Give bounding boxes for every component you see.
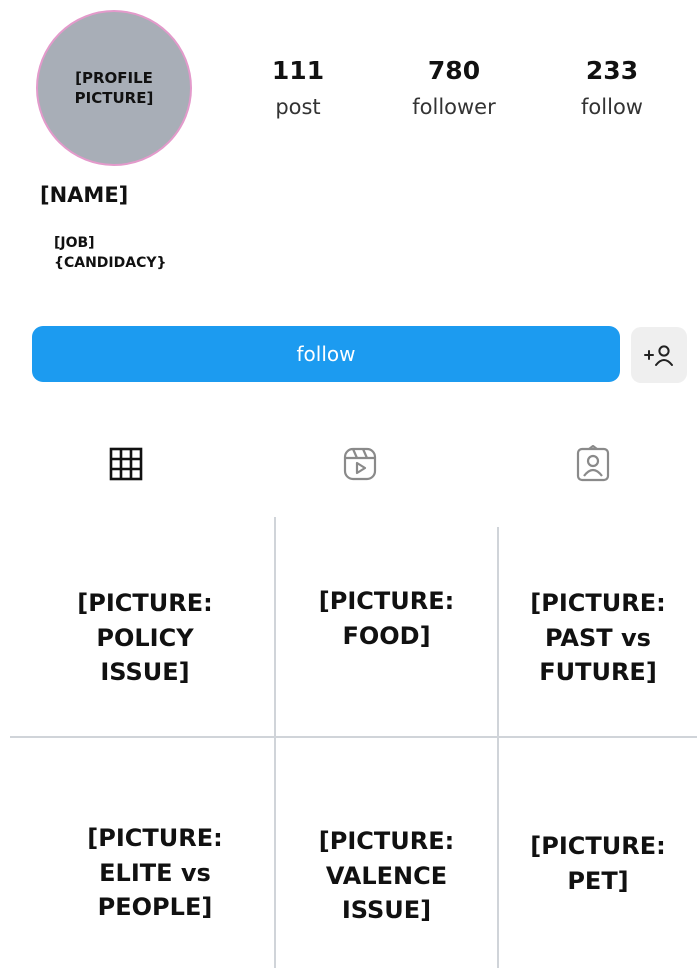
- stat-following-value: 233: [585, 56, 639, 85]
- stat-followers-label: follower: [412, 95, 496, 119]
- tab-tagged[interactable]: [563, 439, 623, 489]
- stat-posts[interactable]: 111 post: [252, 56, 344, 119]
- avatar[interactable]: [PROFILE PICTURE]: [36, 10, 192, 166]
- tab-posts[interactable]: [96, 439, 156, 489]
- avatar-label: [PROFILE PICTURE]: [74, 68, 154, 107]
- stat-followers-value: 780: [427, 56, 481, 85]
- post-tile-policy-issue[interactable]: [PICTURE: POLICY ISSUE]: [0, 580, 290, 696]
- post-tile-elite-vs-people[interactable]: [PICTURE: ELITE vs PEOPLE]: [0, 815, 310, 931]
- stat-posts-label: post: [275, 95, 321, 119]
- reels-icon: [343, 447, 377, 481]
- post-tile-past-vs-future[interactable]: [PICTURE: PAST vs FUTURE]: [499, 580, 697, 696]
- tagged-icon: [576, 445, 610, 482]
- stat-followers[interactable]: 780 follower: [398, 56, 510, 119]
- follow-button[interactable]: follow: [32, 326, 620, 382]
- stat-following-label: follow: [581, 95, 643, 119]
- grid-divider-horizontal: [10, 736, 697, 738]
- profile-bio: [JOB] {CANDIDACY}: [54, 235, 167, 271]
- tab-reels[interactable]: [330, 439, 390, 489]
- stat-posts-value: 111: [271, 56, 325, 85]
- grid-icon: [109, 447, 143, 481]
- profile-name: [NAME]: [40, 183, 129, 207]
- add-person-icon: [644, 345, 673, 366]
- stat-following[interactable]: 233 follow: [560, 56, 664, 119]
- post-tile-pet[interactable]: [PICTURE: PET]: [499, 825, 697, 903]
- post-tile-food[interactable]: [PICTURE: FOOD]: [276, 580, 497, 658]
- post-tile-valence-issue[interactable]: [PICTURE: VALENCE ISSUE]: [276, 818, 497, 934]
- add-friend-button[interactable]: [631, 327, 687, 383]
